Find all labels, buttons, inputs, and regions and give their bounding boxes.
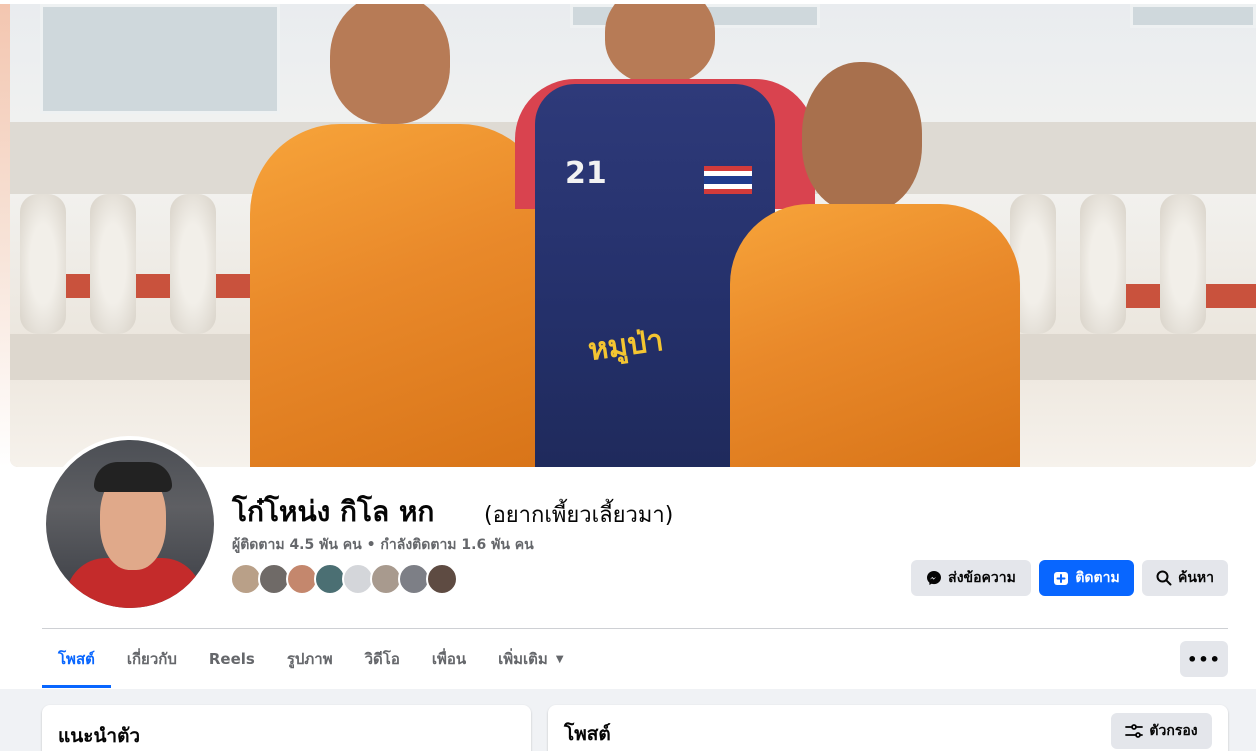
filter-label: ตัวกรอง <box>1149 723 1198 739</box>
head <box>802 62 922 212</box>
avatar-photo <box>46 440 214 608</box>
chevron-down-icon: ▼ <box>555 653 564 665</box>
profile-avatar[interactable] <box>42 436 218 612</box>
tab-about[interactable]: เกี่ยวกับ <box>111 630 193 688</box>
head <box>330 4 450 124</box>
header-divider <box>42 628 1228 629</box>
tab-label: วิดีโอ <box>364 650 400 668</box>
intro-card: แนะนำตัว <box>42 705 531 751</box>
filter-icon <box>1125 724 1144 738</box>
ellipsis-icon: ••• <box>1187 649 1221 669</box>
cover-edge <box>0 4 10 467</box>
tab-reels[interactable]: Reels <box>193 630 271 688</box>
tab-videos[interactable]: วิดีโอ <box>349 630 416 688</box>
search-icon <box>1156 570 1172 586</box>
message-label: ส่งข้อความ <box>948 570 1016 586</box>
robe <box>250 124 550 467</box>
profile-alternate-name: (อยากเพี้ยวเลี้ยวมา) <box>484 503 674 528</box>
follow-plus-icon <box>1054 572 1069 585</box>
robe <box>730 204 1020 467</box>
avatar-cap <box>94 462 172 492</box>
baluster <box>1160 194 1206 334</box>
window <box>1130 4 1256 28</box>
filter-button[interactable]: ตัวกรอง <box>1111 713 1212 749</box>
profile-name: โก๋โหน่ง กิโล หก <box>232 495 435 528</box>
jersey-number: 21 <box>565 156 607 191</box>
tab-more[interactable]: เพิ่มเติม ▼ <box>482 630 579 688</box>
follower-stats[interactable]: ผู้ติดตาม 4.5 พัน คน • กำลังติดตาม 1.6 พ… <box>232 534 534 556</box>
roof <box>50 274 250 298</box>
follow-button[interactable]: ติดตาม <box>1039 560 1134 596</box>
friend-avatar[interactable] <box>426 563 458 595</box>
intro-title: แนะนำตัว <box>58 725 141 747</box>
flag-icon <box>704 166 752 194</box>
more-options-button[interactable]: ••• <box>1180 641 1228 677</box>
tab-photos[interactable]: รูปภาพ <box>271 630 349 688</box>
tab-label: เกี่ยวกับ <box>126 650 177 668</box>
posts-title: โพสต์ <box>564 723 611 745</box>
cover-photo[interactable]: 21 หมูป่า <box>10 4 1256 467</box>
search-button[interactable]: ค้นหา <box>1142 560 1228 596</box>
search-label: ค้นหา <box>1177 570 1215 586</box>
tab-label: รูปภาพ <box>286 650 333 668</box>
profile-tabs: โพสต์ เกี่ยวกับ Reels รูปภาพ วิดีโอ เพื่… <box>42 630 580 688</box>
messenger-icon <box>927 571 942 585</box>
tab-friends[interactable]: เพื่อน <box>416 630 482 688</box>
tab-label: โพสต์ <box>58 650 95 668</box>
baluster <box>170 194 216 334</box>
tab-label: เพิ่มเติม <box>498 650 548 668</box>
follow-label: ติดตาม <box>1075 570 1120 586</box>
tab-label: Reels <box>208 650 255 668</box>
baluster <box>20 194 66 334</box>
message-button[interactable]: ส่งข้อความ <box>911 560 1031 596</box>
window <box>40 4 280 114</box>
baluster <box>90 194 136 334</box>
tab-posts[interactable]: โพสต์ <box>42 630 111 688</box>
tab-label: เพื่อน <box>431 650 467 668</box>
mutual-friends-avatars[interactable] <box>230 563 458 597</box>
head <box>605 4 715 84</box>
baluster <box>1080 194 1126 334</box>
